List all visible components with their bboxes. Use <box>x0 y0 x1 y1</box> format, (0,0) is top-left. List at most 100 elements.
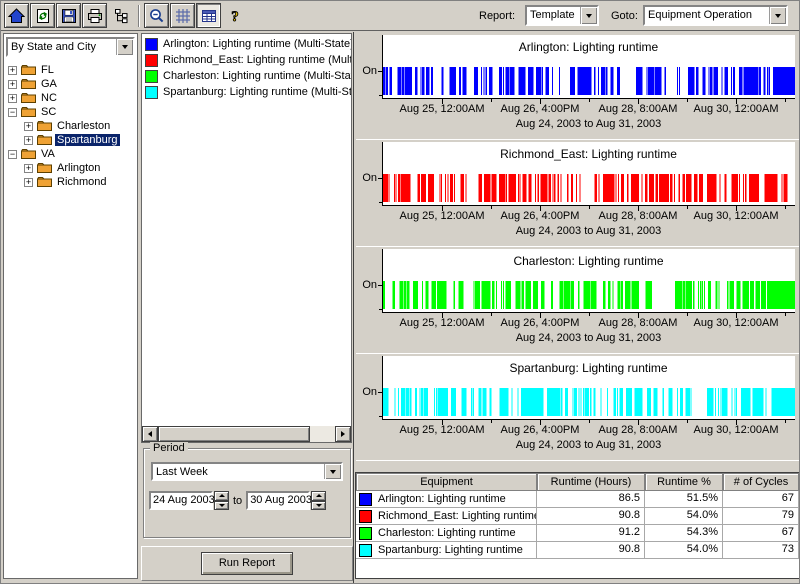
x-axis-minor-tick <box>589 313 590 316</box>
runtime-hours-cell: 91.2 <box>537 525 645 541</box>
legend-item[interactable]: Spartanburg: Lighting runtime (Multi-Sta… <box>142 84 351 100</box>
tree-expander-toggle[interactable]: + <box>24 164 33 173</box>
tree-expander-toggle[interactable]: − <box>8 108 17 117</box>
table-row[interactable]: Spartanburg: Lighting runtime90.854.0%73 <box>356 542 799 559</box>
legend-item[interactable]: Richmond_East: Lighting runtime (Multi-S… <box>142 52 351 68</box>
tree-item-label[interactable]: Richmond <box>55 176 109 188</box>
sidebar-item-nc[interactable]: + NC <box>6 91 135 105</box>
column-header--of-cycles[interactable]: # of Cycles <box>723 473 799 491</box>
home-button[interactable] <box>4 3 29 28</box>
sidebar-item-ga[interactable]: + GA <box>6 77 135 91</box>
folder-icon <box>37 134 52 146</box>
folder-icon <box>37 162 52 174</box>
equipment-table-header: EquipmentRuntime (Hours)Runtime %# of Cy… <box>356 473 799 491</box>
tree-expander-toggle[interactable]: + <box>24 122 33 131</box>
tree-expander-toggle[interactable]: + <box>8 94 17 103</box>
cycles-cell: 79 <box>723 508 799 524</box>
legend-horizontal-scrollbar[interactable] <box>142 426 351 442</box>
column-header-equipment[interactable]: Equipment <box>356 473 537 491</box>
tree-item-label[interactable]: Spartanburg <box>55 134 120 146</box>
goto-combobox-dropdown-button[interactable] <box>769 7 786 24</box>
tree-item-label[interactable]: Arlington <box>55 162 102 174</box>
tree-view-combobox[interactable]: By State and City <box>6 37 135 57</box>
equipment-cell: Charleston: Lighting runtime <box>356 525 537 541</box>
help-button[interactable]: ? <box>222 3 247 28</box>
x-axis-minor-tick <box>687 206 688 209</box>
spin-down-button[interactable] <box>214 501 229 511</box>
tree-expander-toggle[interactable]: + <box>8 66 17 75</box>
spin-up-button[interactable] <box>214 491 229 501</box>
y-axis-on-label: On <box>356 386 377 398</box>
refresh-button[interactable] <box>30 3 55 28</box>
column-header-runtime-hours-[interactable]: Runtime (Hours) <box>537 473 645 491</box>
legend-item[interactable]: Charleston: Lighting runtime (Multi-Stat… <box>142 68 351 84</box>
table-view-button[interactable] <box>196 3 221 28</box>
period-preset-dropdown-button[interactable] <box>324 464 341 479</box>
scroll-right-button[interactable] <box>335 426 351 442</box>
sidebar-item-charleston[interactable]: + Charleston <box>6 119 135 133</box>
scroll-left-button[interactable] <box>142 426 158 442</box>
chevron-down-icon <box>586 14 592 18</box>
chevron-down-icon <box>775 14 781 18</box>
tree-item-label[interactable]: VA <box>39 148 57 160</box>
grid-button[interactable] <box>170 3 195 28</box>
runtime-pct-cell: 51.5% <box>645 491 723 507</box>
sidebar-item-richmond[interactable]: + Richmond <box>6 175 135 189</box>
print-button[interactable] <box>82 3 107 28</box>
print-icon <box>87 8 103 24</box>
end-date-stepper[interactable] <box>311 491 326 510</box>
start-date-field[interactable]: 24 Aug 2003 <box>149 491 213 510</box>
table-row[interactable]: Arlington: Lighting runtime86.551.5%67 <box>356 491 799 508</box>
report-combobox[interactable]: Template <box>525 5 599 26</box>
hierarchy-button[interactable] <box>108 3 133 28</box>
sidebar-item-arlington[interactable]: + Arlington <box>6 161 135 175</box>
save-button[interactable] <box>56 3 81 28</box>
tree-expander-toggle[interactable]: − <box>8 150 17 159</box>
x-axis-minor-tick <box>785 313 786 316</box>
tree-expander-toggle[interactable]: + <box>24 136 33 145</box>
spin-up-button[interactable] <box>311 491 326 501</box>
spin-down-button[interactable] <box>311 501 326 511</box>
x-axis-tick-label: Aug 30, 12:00AM <box>684 424 788 436</box>
tree-item-label[interactable]: Charleston <box>55 120 112 132</box>
folder-icon <box>37 176 52 188</box>
scrollbar-track[interactable] <box>310 426 335 442</box>
run-report-button[interactable]: Run Report <box>201 552 293 575</box>
tree-expander-toggle[interactable]: + <box>24 178 33 187</box>
tree-item-label[interactable]: NC <box>39 92 59 104</box>
svg-text:?: ? <box>231 9 239 24</box>
tree-item-label[interactable]: GA <box>39 78 59 90</box>
legend-color-swatch <box>145 70 158 83</box>
x-axis-tick-label: Aug 30, 12:00AM <box>684 103 788 115</box>
goto-combobox-value[interactable]: Equipment Operation <box>645 7 769 24</box>
x-axis-range-label: Aug 24, 2003 to Aug 31, 2003 <box>382 332 795 344</box>
start-date-stepper[interactable] <box>214 491 229 510</box>
tree-expander-toggle[interactable]: + <box>8 80 17 89</box>
column-header-runtime-[interactable]: Runtime % <box>645 473 723 491</box>
tree-view-combobox-value[interactable]: By State and City <box>8 39 116 55</box>
table-row[interactable]: Charleston: Lighting runtime91.254.3%67 <box>356 525 799 542</box>
goto-combobox[interactable]: Equipment Operation <box>643 5 788 26</box>
x-axis-minor-tick <box>687 313 688 316</box>
equipment-cell: Arlington: Lighting runtime <box>356 491 537 507</box>
zoom-out-button[interactable] <box>144 3 169 28</box>
end-date-field[interactable]: 30 Aug 2003 <box>246 491 310 510</box>
date-range-row: 24 Aug 2003 to 30 Aug 2003 <box>149 491 326 510</box>
period-preset-combobox[interactable]: Last Week <box>151 462 343 481</box>
scrollbar-thumb[interactable] <box>158 426 310 442</box>
legend-item[interactable]: Arlington: Lighting runtime (Multi-State… <box>142 36 351 52</box>
sidebar-item-spartanburg[interactable]: + Spartanburg <box>6 133 135 147</box>
sidebar-item-sc[interactable]: − SC <box>6 105 135 119</box>
tree-item-label[interactable]: FL <box>39 64 56 76</box>
refresh-icon <box>35 8 51 24</box>
equipment-name: Arlington: Lighting runtime <box>378 492 506 507</box>
home-icon <box>8 8 25 24</box>
report-combobox-value[interactable]: Template <box>527 7 580 24</box>
sidebar-item-va[interactable]: − VA <box>6 147 135 161</box>
table-row[interactable]: Richmond_East: Lighting runtime90.854.0%… <box>356 508 799 525</box>
tree-view-combobox-dropdown-button[interactable] <box>116 39 133 55</box>
period-preset-value[interactable]: Last Week <box>153 464 324 479</box>
tree-item-label[interactable]: SC <box>39 106 58 118</box>
sidebar-item-fl[interactable]: + FL <box>6 63 135 77</box>
report-combobox-dropdown-button[interactable] <box>580 7 597 24</box>
